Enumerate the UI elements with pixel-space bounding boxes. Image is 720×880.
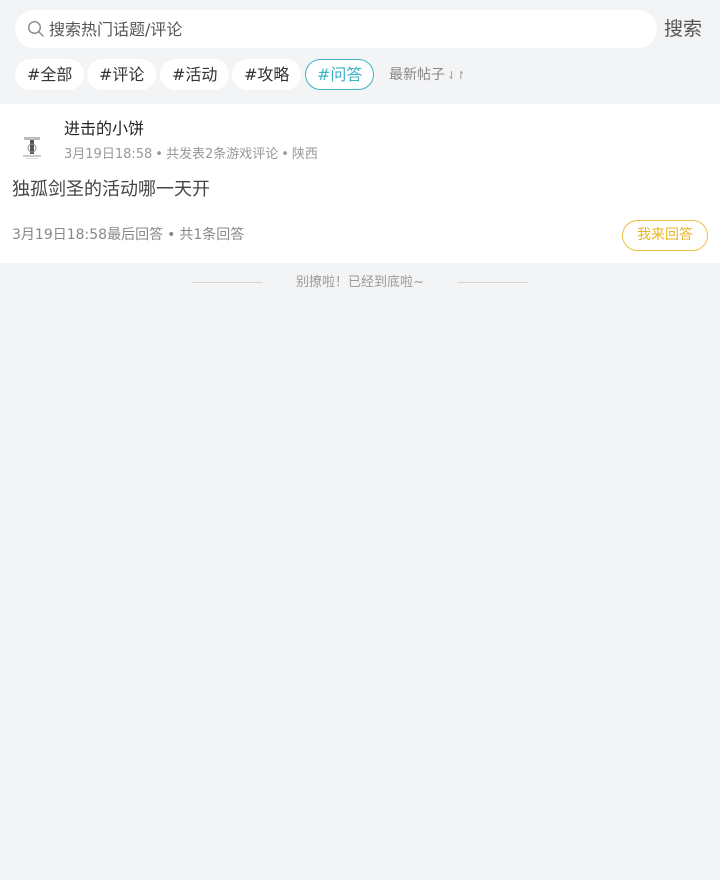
tag-qa[interactable]: #问答 bbox=[305, 59, 375, 90]
post-footer: 3月19日18:58最后回答 • 共1条回答 bbox=[12, 225, 244, 245]
meta-separator: • bbox=[155, 147, 163, 162]
avatar[interactable] bbox=[13, 128, 51, 166]
end-divider-right bbox=[458, 282, 528, 283]
reply-button[interactable]: 我来回答 bbox=[622, 220, 708, 251]
sort-toggle[interactable]: 最新帖子 ⇃↾ bbox=[389, 65, 465, 86]
post-title[interactable]: 独孤剑圣的活动哪一天开 bbox=[12, 178, 210, 202]
last-reply-time: 3月19日18:58最后回答 bbox=[12, 227, 164, 243]
search-button[interactable]: 搜索 bbox=[664, 14, 714, 44]
search-input[interactable] bbox=[49, 14, 629, 44]
end-divider-left bbox=[192, 282, 262, 283]
tag-comment[interactable]: #评论 bbox=[87, 59, 157, 90]
search-icon bbox=[27, 20, 45, 38]
end-message: 别撩啦！已经到底啦~ bbox=[296, 275, 424, 290]
post-username[interactable]: 进击的小饼 bbox=[64, 119, 144, 139]
post-time: 3月19日18:58 bbox=[64, 147, 153, 162]
search-bar: 搜索 bbox=[0, 0, 720, 58]
sort-arrows-icon: ⇃↾ bbox=[447, 69, 466, 82]
footer-separator: • bbox=[167, 227, 176, 243]
post-meta: 3月19日18:58 • 共发表2条游戏评论 • 陕西 bbox=[64, 146, 318, 164]
tag-event[interactable]: #活动 bbox=[160, 59, 230, 90]
sort-label: 最新帖子 bbox=[389, 67, 445, 83]
meta-separator: • bbox=[281, 147, 289, 162]
end-of-list: 别撩啦！已经到底啦~ bbox=[0, 272, 720, 294]
tag-guide[interactable]: #攻略 bbox=[232, 59, 302, 90]
post-count: 共发表2条游戏评论 bbox=[165, 147, 279, 162]
reply-count: 共1条回答 bbox=[179, 227, 245, 243]
post-location: 陕西 bbox=[291, 147, 318, 162]
search-box[interactable] bbox=[15, 10, 657, 48]
tag-filter-bar: #全部 #评论 #活动 #攻略 #问答 最新帖子 ⇃↾ bbox=[0, 58, 720, 92]
tag-all[interactable]: #全部 bbox=[15, 59, 85, 90]
post-card[interactable]: 进击的小饼 3月19日18:58 • 共发表2条游戏评论 • 陕西 独孤剑圣的活动哪一天… bbox=[0, 104, 720, 263]
